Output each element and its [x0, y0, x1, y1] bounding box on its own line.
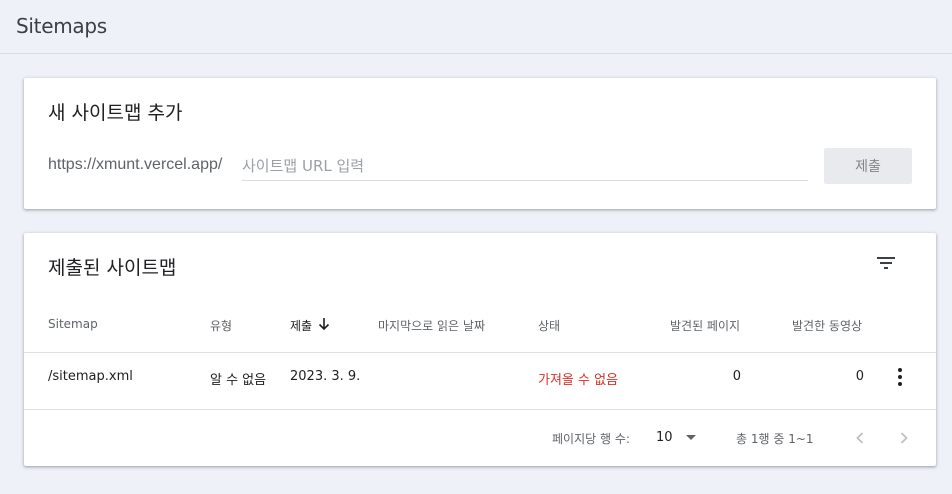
column-header-videos[interactable]: 발견한 동영상	[792, 317, 862, 334]
row-status: 가져올 수 없음	[538, 373, 619, 388]
divider	[24, 409, 936, 410]
url-prefix: https://xmunt.vercel.app/	[48, 156, 223, 173]
column-header-status[interactable]: 상태	[538, 317, 560, 334]
submitted-sitemaps-card: 제출된 사이트맵 Sitemap 유형 제출 마지막으로 읽은 날짜 상태 발견…	[24, 233, 936, 466]
page-title: Sitemaps	[16, 14, 107, 38]
table-row[interactable]	[24, 353, 936, 409]
column-header-submitted[interactable]: 제출	[290, 317, 330, 334]
row-pages: 0	[732, 369, 741, 384]
page-header: Sitemaps	[0, 0, 952, 54]
submit-button[interactable]: 제출	[824, 148, 912, 184]
submitted-sitemaps-title: 제출된 사이트맵	[48, 257, 177, 279]
add-sitemap-title: 새 사이트맵 추가	[48, 102, 183, 124]
column-header-type[interactable]: 유형	[210, 317, 232, 334]
column-header-pages[interactable]: 발견된 페이지	[670, 317, 740, 334]
rows-per-page-select[interactable]: 10	[654, 426, 702, 450]
pagination-range: 총 1행 중 1~1	[736, 432, 814, 446]
caret-down-icon	[686, 435, 696, 440]
more-vert-icon[interactable]	[890, 365, 910, 389]
row-sitemap: /sitemap.xml	[48, 369, 133, 384]
arrow-down-icon	[318, 317, 330, 334]
row-videos: 0	[855, 369, 864, 384]
add-sitemap-card: 새 사이트맵 추가 https://xmunt.vercel.app/ 제출	[24, 78, 936, 209]
column-header-sitemap[interactable]: Sitemap	[48, 317, 98, 331]
chevron-left-icon[interactable]	[848, 426, 872, 450]
filter-icon[interactable]	[874, 251, 898, 275]
column-header-last-read[interactable]: 마지막으로 읽은 날짜	[378, 317, 485, 334]
row-submitted: 2023. 3. 9.	[290, 369, 361, 384]
chevron-right-icon[interactable]	[892, 426, 916, 450]
row-type: 알 수 없음	[210, 373, 267, 388]
sitemap-url-input[interactable]	[242, 148, 808, 181]
rows-per-page-label: 페이지당 행 수:	[552, 432, 630, 446]
column-header-submitted-label: 제출	[290, 319, 313, 333]
rows-per-page-value: 10	[656, 430, 673, 445]
